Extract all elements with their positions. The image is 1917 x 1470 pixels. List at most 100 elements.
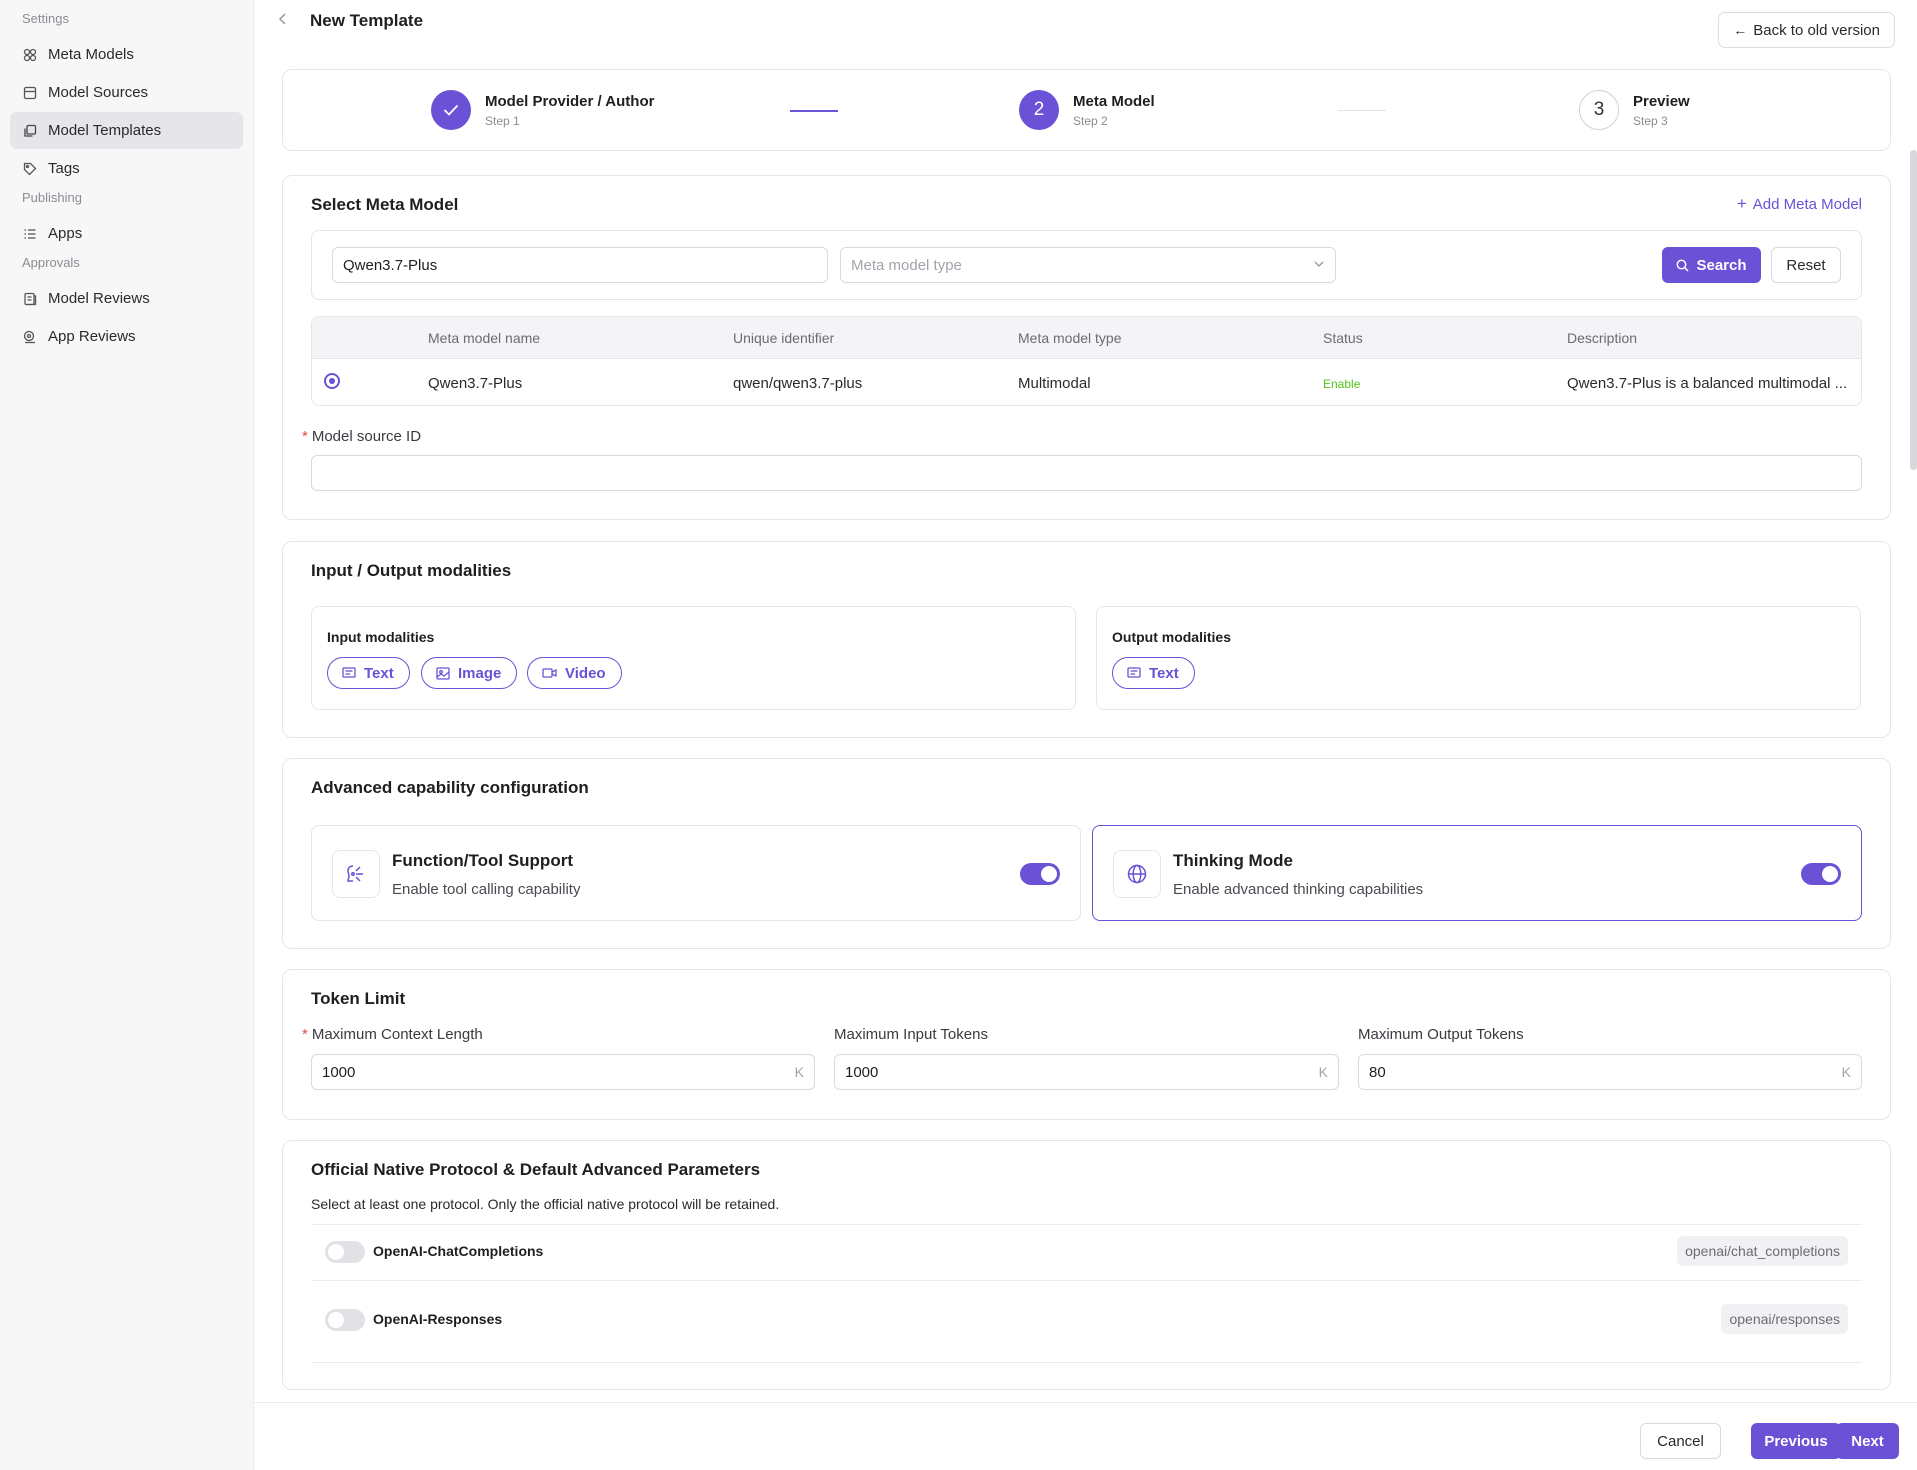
step-connector-done [790, 110, 838, 112]
sidebar-item-model-templates[interactable]: Model Templates [10, 112, 243, 149]
text-icon [1127, 666, 1141, 680]
sidebar-item-model-sources[interactable]: Model Sources [10, 74, 243, 111]
input-value: 80 [1369, 1063, 1386, 1081]
protocol-section: Official Native Protocol & Default Advan… [282, 1140, 1891, 1390]
sidebar-item-model-reviews[interactable]: Model Reviews [10, 280, 243, 317]
sidebar-item-tags[interactable]: Tags [10, 150, 243, 187]
toggle-knob [1822, 866, 1838, 882]
protocol-tag: openai/responses [1721, 1304, 1848, 1334]
capability-sub: Enable advanced thinking capabilities [1173, 881, 1424, 898]
tool-support-toggle[interactable] [1020, 863, 1060, 885]
protocol-row-responses[interactable]: OpenAI-Responses openai/responses [311, 1280, 1862, 1350]
video-icon [542, 667, 557, 679]
sidebar-item-label: App Reviews [48, 328, 136, 345]
add-meta-model-link[interactable]: + Add Meta Model [1737, 194, 1862, 214]
plus-icon: + [1736, 194, 1747, 213]
modality-chip-image[interactable]: Image [421, 657, 518, 689]
capability-sub: Enable tool calling capability [392, 881, 581, 898]
max-output-tokens-input[interactable]: 80 K [1358, 1054, 1862, 1090]
step-2[interactable]: 2 Meta Model Step 2 [1019, 90, 1155, 130]
chip-label: Image [458, 664, 502, 682]
protocol-name: OpenAI-Responses [373, 1311, 503, 1327]
search-button[interactable]: Search [1662, 247, 1761, 283]
required-asterisk: * [302, 1026, 308, 1043]
step-connector-todo [1338, 110, 1386, 111]
step-1[interactable]: Model Provider / Author Step 1 [431, 90, 654, 130]
app-review-icon [22, 329, 38, 345]
grid-cube-icon [22, 47, 38, 63]
list-icon [22, 226, 38, 242]
sidebar-section-publishing: Publishing [22, 190, 82, 205]
model-source-id-input[interactable] [311, 455, 1862, 491]
text-icon [342, 666, 356, 680]
token-limit-section: Token Limit * Maximum Context Length 1000… [282, 969, 1891, 1120]
search-panel: Qwen3.7-Plus Meta model type Search Rese… [311, 230, 1862, 300]
chevron-left-icon[interactable] [278, 12, 288, 31]
scrollbar-thumb[interactable] [1910, 150, 1917, 470]
review-doc-icon [22, 291, 38, 307]
column-header: Meta model name [428, 330, 541, 346]
section-title: Input / Output modalities [311, 561, 512, 580]
section-title: Select Meta Model [311, 195, 459, 214]
step-number: 3 [1579, 90, 1619, 130]
chip-label: Video [565, 664, 606, 682]
sidebar-item-label: Model Reviews [48, 290, 150, 307]
status-badge: Enable [1323, 377, 1361, 391]
section-title: Official Native Protocol & Default Advan… [311, 1160, 761, 1179]
max-output-tokens-label: Maximum Output Tokens [1358, 1026, 1524, 1043]
step-sub: Step 2 [1073, 113, 1108, 128]
protocol-toggle[interactable] [325, 1309, 365, 1331]
step-title: Meta Model [1073, 92, 1155, 110]
field-label-text: Model source ID [311, 428, 422, 445]
input-modalities-title: Input modalities [327, 629, 435, 645]
sidebar-section-settings: Settings [22, 11, 69, 26]
protocol-toggle[interactable] [325, 1241, 365, 1263]
input-suffix: K [1318, 1064, 1328, 1080]
footer-actions: Cancel Previous Next [254, 1402, 1917, 1470]
input-value: 1000 [845, 1063, 879, 1081]
step-sub: Step 1 [485, 113, 520, 128]
modality-chip-video[interactable]: Video [527, 657, 622, 689]
cancel-button[interactable]: Cancel [1640, 1423, 1721, 1459]
next-button[interactable]: Next [1836, 1423, 1899, 1459]
sidebar-section-approvals: Approvals [22, 255, 80, 270]
radio-dot [329, 378, 335, 384]
cell-description: Qwen3.7-Plus is a balanced multimodal ..… [1567, 375, 1848, 392]
page-header: New Template ← Back to old version [254, 0, 1917, 48]
back-to-old-version-button[interactable]: ← Back to old version [1718, 12, 1895, 48]
sidebar-item-label: Model Sources [48, 84, 149, 101]
modality-chip-text-output[interactable]: Text [1112, 657, 1195, 689]
input-suffix: K [1841, 1064, 1851, 1080]
stepper: Model Provider / Author Step 1 2 Meta Mo… [282, 69, 1891, 151]
globe-icon [1113, 850, 1161, 898]
sidebar-item-label: Tags [48, 160, 80, 177]
max-context-length-input[interactable]: 1000 K [311, 1054, 815, 1090]
input-suffix: K [794, 1064, 804, 1080]
sidebar-item-label: Model Templates [48, 122, 162, 139]
protocol-row-chat-completions[interactable]: OpenAI-ChatCompletions openai/chat_compl… [311, 1224, 1862, 1280]
sidebar-item-apps[interactable]: Apps [10, 215, 243, 252]
reset-button[interactable]: Reset [1771, 247, 1841, 283]
step-3[interactable]: 3 Preview Step 3 [1579, 90, 1690, 130]
sidebar-item-meta-models[interactable]: Meta Models [10, 36, 243, 73]
thinking-mode-toggle[interactable] [1801, 863, 1841, 885]
capability-card-tool-support[interactable]: Function/Tool Support Enable tool callin… [311, 825, 1081, 921]
row-select-radio[interactable] [324, 373, 340, 389]
meta-model-type-select[interactable]: Meta model type [840, 247, 1336, 283]
section-title: Advanced capability configuration [311, 778, 589, 797]
arrow-left-icon: ← [1733, 22, 1748, 38]
model-source-id-label: * Model source ID [302, 428, 421, 445]
input-modalities-box: Input modalities Text Image Video [311, 606, 1076, 710]
modality-chip-text[interactable]: Text [327, 657, 410, 689]
max-input-tokens-input[interactable]: 1000 K [834, 1054, 1339, 1090]
database-icon [22, 85, 38, 101]
output-modalities-box: Output modalities Text [1096, 606, 1861, 710]
field-label-text: Maximum Context Length [311, 1026, 483, 1043]
column-header: Status [1323, 330, 1363, 346]
search-icon [1676, 259, 1689, 272]
sidebar-item-app-reviews[interactable]: App Reviews [10, 318, 243, 355]
check-icon [431, 90, 471, 130]
previous-button[interactable]: Previous [1751, 1423, 1841, 1459]
capability-card-thinking-mode[interactable]: Thinking Mode Enable advanced thinking c… [1092, 825, 1862, 921]
meta-model-search-input[interactable]: Qwen3.7-Plus [332, 247, 828, 283]
